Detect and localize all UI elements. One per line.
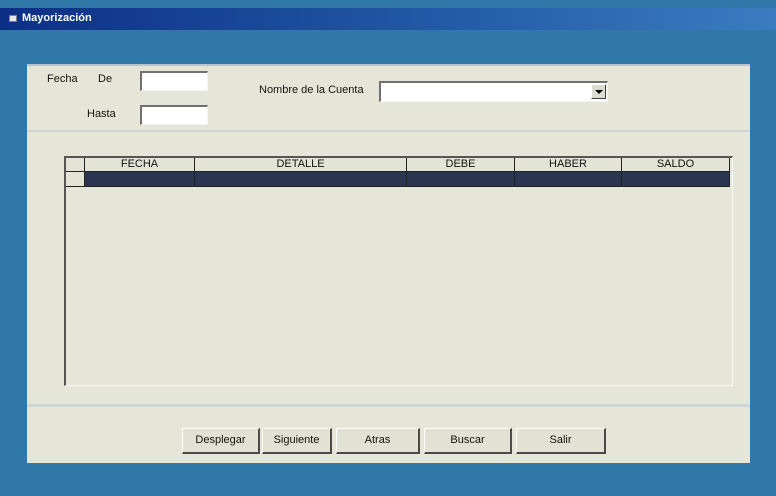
column-header-haber[interactable]: HABER bbox=[515, 158, 622, 172]
title-bar[interactable]: Mayorización bbox=[0, 8, 776, 30]
column-header-detalle[interactable]: DETALLE bbox=[195, 158, 407, 172]
column-header-saldo[interactable]: SALDO bbox=[622, 158, 730, 172]
app-window: Mayorización Fecha De Hasta Nombre de la… bbox=[0, 0, 776, 496]
hasta-label: Hasta bbox=[87, 108, 116, 120]
desplegar-button[interactable]: Desplegar bbox=[182, 428, 260, 454]
row-selector[interactable] bbox=[66, 172, 85, 187]
de-label: De bbox=[98, 73, 113, 85]
header-corner bbox=[66, 158, 85, 172]
atras-button[interactable]: Atras bbox=[336, 428, 420, 454]
data-grid[interactable]: FECHA DETALLE DEBE HABER SALDO bbox=[64, 156, 733, 386]
column-header-debe[interactable]: DEBE bbox=[407, 158, 515, 172]
salir-button[interactable]: Salir bbox=[516, 428, 606, 454]
fecha-label: Fecha bbox=[47, 73, 78, 85]
dropdown-button[interactable] bbox=[591, 84, 606, 99]
buscar-button[interactable]: Buscar bbox=[424, 428, 512, 454]
cell-saldo[interactable] bbox=[622, 172, 730, 187]
cell-detalle[interactable] bbox=[195, 172, 407, 187]
siguiente-button[interactable]: Siguiente bbox=[262, 428, 332, 454]
cuenta-label: Nombre de la Cuenta bbox=[259, 84, 364, 96]
fecha-hasta-input[interactable] bbox=[140, 105, 208, 125]
cell-haber[interactable] bbox=[515, 172, 622, 187]
table-row[interactable] bbox=[66, 172, 730, 187]
cell-fecha[interactable] bbox=[85, 172, 195, 187]
cuenta-combobox[interactable] bbox=[379, 81, 608, 102]
chevron-down-icon bbox=[595, 90, 603, 94]
fecha-de-input[interactable] bbox=[140, 71, 208, 91]
window-icon[interactable] bbox=[9, 15, 17, 22]
column-header-fecha[interactable]: FECHA bbox=[85, 158, 195, 172]
grid-header: FECHA DETALLE DEBE HABER SALDO bbox=[66, 158, 730, 172]
cell-debe[interactable] bbox=[407, 172, 515, 187]
window-title: Mayorización bbox=[22, 12, 92, 24]
